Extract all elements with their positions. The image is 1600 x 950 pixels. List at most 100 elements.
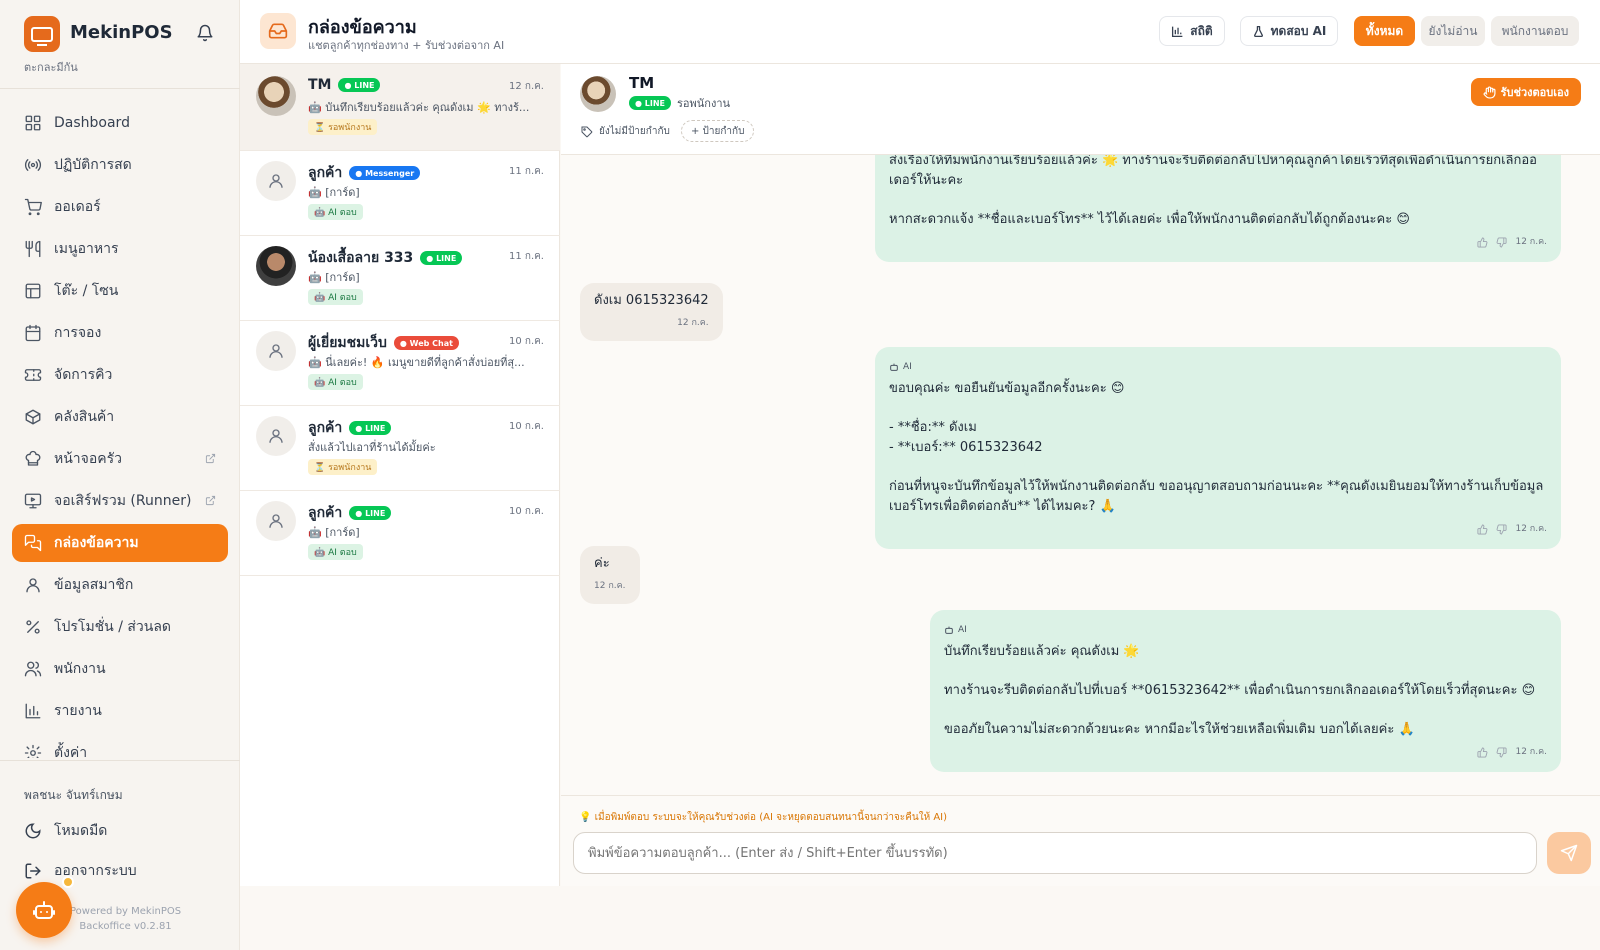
conversation-item[interactable]: ลูกค้า ● LINE 10 ก.ค. สั่งแล้วไปเอาที่ร้านไ… (240, 404, 560, 491)
sidebar-item-3[interactable]: เมนูอาหาร (12, 230, 228, 268)
sidebar-item-12[interactable]: โปรโมชั่น / ส่วนลด (12, 608, 228, 646)
thumbs-down-icon[interactable] (1496, 523, 1508, 535)
contact-name: ผู้เยี่ยมชมเว็บ (308, 335, 387, 351)
ai-message: ส่งเรื่องให้ทีมพนักงานเรียบร้อยแล้วค่ะ 🌟… (875, 155, 1561, 262)
sidebar-item-7[interactable]: คลังสินค้า (12, 398, 228, 436)
robot-icon (33, 901, 55, 919)
moon-icon (24, 822, 42, 840)
sidebar-nav: Dashboard ปฏิบัติการสดออเดอร์เมนูอาหารโต๊… (12, 104, 228, 758)
person-icon (267, 512, 285, 530)
sidebar-item-5[interactable]: การจอง (12, 314, 228, 352)
sidebar-item-2[interactable]: ออเดอร์ (12, 188, 228, 226)
takeover-button[interactable]: รับช่วงตอบเอง (1470, 78, 1581, 106)
message-line: บันทึกเรียบร้อยแล้วค่ะ คุณดังเม 🌟 (944, 644, 1140, 659)
ai-assistant-button[interactable] (16, 882, 72, 938)
conversation-preview: สั่งแล้วไปเอาที่ร้านได้มั้ยค่ะ (308, 441, 436, 454)
message-time: 12 ก.ค. (677, 318, 709, 328)
sidebar-item-10[interactable]: กล่องข้อความ (12, 524, 228, 562)
sidebar-item-11[interactable]: ข้อมูลสมาชิก (12, 566, 228, 604)
brand-name: MekinPOS (70, 22, 173, 43)
sidebar: MekinPOS ตะกละมีกัน Dashboard ปฏิบัติการส… (0, 0, 240, 950)
sidebar-item-8[interactable]: หน้าจอครัว (12, 440, 228, 478)
message-line: ขออภัยในความไม่สะดวกด้วยนะคะ หากมีอะไรให… (944, 722, 1415, 737)
conversation-item[interactable]: TM ● LINE 12 ก.ค. 🤖 บันทึกเรียบร้อยแล้วค่ะ … (240, 64, 560, 151)
add-tag-button[interactable]: + ป้ายกำกับ (681, 120, 755, 142)
status-badge: 🤖 AI ตอบ (308, 544, 363, 560)
status-badge: ⏳ รอพนักงาน (308, 459, 378, 475)
message-footer: 12 ก.ค. (889, 519, 1547, 539)
stats-button[interactable]: สถิติ (1159, 16, 1225, 46)
sidebar-item-label: คลังสินค้า (54, 409, 115, 425)
page-header: กล่องข้อความ แชตลูกค้าทุกช่องทาง + รับช่… (240, 0, 1600, 64)
powered-by: Powered by MekinPOS Backoffice v0.2.81 (70, 904, 181, 934)
sidebar-item-label: ออเดอร์ (54, 199, 101, 215)
status-badge: 🤖 AI ตอบ (308, 289, 363, 305)
thumbs-up-icon[interactable] (1477, 523, 1488, 535)
chat-icon (24, 534, 42, 552)
sidebar-item-4[interactable]: โต๊ะ / โซน (12, 272, 228, 310)
filter-staff-tab[interactable]: พนักงานตอบ (1491, 16, 1579, 46)
logout-button[interactable]: ออกจากระบบ (24, 860, 137, 882)
conversation-item[interactable]: ผู้เยี่ยมชมเว็บ ● Web Chat 10 ก.ค. 🤖 นี่เลย… (240, 319, 560, 406)
users-icon (24, 660, 42, 678)
conversation-item[interactable]: น้องเสื้อลาย 333 ● LINE 11 ก.ค. 🤖 [การ์ด] 🤖 … (240, 234, 560, 321)
sidebar-item-15[interactable]: ตั้งค่า (12, 734, 228, 758)
ai-sender-label: AI (889, 357, 1547, 377)
ai-message: AI บันทึกเรียบร้อยแล้วค่ะ คุณดังเม 🌟 ทางร้… (930, 610, 1561, 772)
tag-icon (581, 126, 593, 138)
message-footer: 12 ก.ค. (944, 742, 1547, 762)
thumbs-down-icon[interactable] (1496, 746, 1508, 758)
brand-logo-icon (24, 16, 60, 52)
send-button[interactable] (1547, 832, 1591, 874)
sidebar-item-9[interactable]: จอเสิร์ฟรวม (Runner) (12, 482, 228, 520)
channel-icon: ● (355, 423, 366, 433)
conversation-preview: 🤖 นี่เลยค่ะ! 🔥 เมนูขายดีที่ลูกค้าสั่งบ่อ… (308, 356, 525, 369)
calendar-icon (24, 324, 42, 342)
bell-icon[interactable] (194, 22, 216, 44)
avatar (256, 246, 296, 286)
ai-sender-label: AI (944, 620, 1547, 640)
message-thread[interactable]: ส่งเรื่องให้ทีมพนักงานเรียบร้อยแล้วค่ะ 🌟… (561, 155, 1600, 795)
conversation-item[interactable]: ลูกค้า ● Messenger 11 ก.ค. 🤖 [การ์ด] 🤖 AI ตอ… (240, 149, 560, 236)
sidebar-item-label: รายงาน (54, 703, 102, 719)
conversation-date: 12 ก.ค. (508, 81, 544, 92)
conversation-list: TM ● LINE 12 ก.ค. 🤖 บันทึกเรียบร้อยแล้วค่ะ … (240, 64, 560, 886)
grid-icon (24, 114, 42, 132)
contact-name: ลูกค้า (308, 505, 343, 521)
test-ai-button[interactable]: ทดสอบ AI (1240, 16, 1338, 46)
dark-mode-toggle[interactable]: โหมดมืด (24, 820, 107, 842)
percent-icon (24, 618, 42, 636)
sidebar-item-0[interactable]: Dashboard (12, 104, 228, 142)
thumbs-up-icon[interactable] (1477, 746, 1488, 758)
message-input[interactable] (573, 832, 1537, 874)
channel-badge: ● Web Chat (393, 336, 459, 350)
sidebar-item-13[interactable]: พนักงาน (12, 650, 228, 688)
sidebar-item-label: การจอง (54, 325, 102, 341)
message-time: 12 ก.ค. (1515, 747, 1547, 757)
conversation-item[interactable]: ลูกค้า ● LINE 10 ก.ค. 🤖 [การ์ด] 🤖 AI ตอบ (240, 489, 560, 576)
conversation-name: ผู้เยี่ยมชมเว็บ ● Web Chat (308, 332, 459, 354)
message-line: หากสะดวกแจ้ง **ชื่อและเบอร์โทร** ไว้ได้เ… (889, 212, 1410, 227)
bar-chart-icon (24, 702, 42, 720)
tags-empty: ยังไม่มีป้ายกำกับ (581, 124, 670, 139)
bar-chart-icon (1171, 25, 1184, 38)
stats-label: สถิติ (1190, 23, 1213, 38)
status-badge: ⏳ รอพนักงาน (308, 119, 378, 135)
chat-header: TM ● LINE รอพนักงาน ยังไม่มีป้ายกำกับ + … (561, 64, 1600, 155)
message-line: เบอร์โทรเพื่อติดต่อกลับ** ได้ไหมคะ? 🙏 (889, 499, 1116, 514)
sidebar-item-label: ตั้งค่า (54, 745, 88, 758)
thumbs-up-icon[interactable] (1477, 236, 1488, 248)
message-footer: 12 ก.ค. (594, 576, 626, 596)
takeover-label: รับช่วงตอบเอง (1500, 86, 1569, 99)
message-line: ทางร้านจะรีบติดต่อกลับไปที่เบอร์ **06153… (944, 683, 1536, 698)
filter-unread-tab[interactable]: ยังไม่อ่าน (1421, 16, 1485, 46)
sidebar-item-label: โปรโมชั่น / ส่วนลด (54, 619, 172, 635)
sidebar-item-6[interactable]: จัดการคิว (12, 356, 228, 394)
sidebar-item-14[interactable]: รายงาน (12, 692, 228, 730)
filter-all-tab[interactable]: ทั้งหมด (1354, 16, 1415, 46)
status-text: รอพนักงาน (677, 97, 731, 110)
package-icon (24, 408, 42, 426)
takeover-hint: 💡 เมื่อพิมพ์ตอบ ระบบจะให้คุณรับช่วงต่อ (… (579, 812, 948, 823)
thumbs-down-icon[interactable] (1496, 236, 1508, 248)
sidebar-item-1[interactable]: ปฏิบัติการสด (12, 146, 228, 184)
